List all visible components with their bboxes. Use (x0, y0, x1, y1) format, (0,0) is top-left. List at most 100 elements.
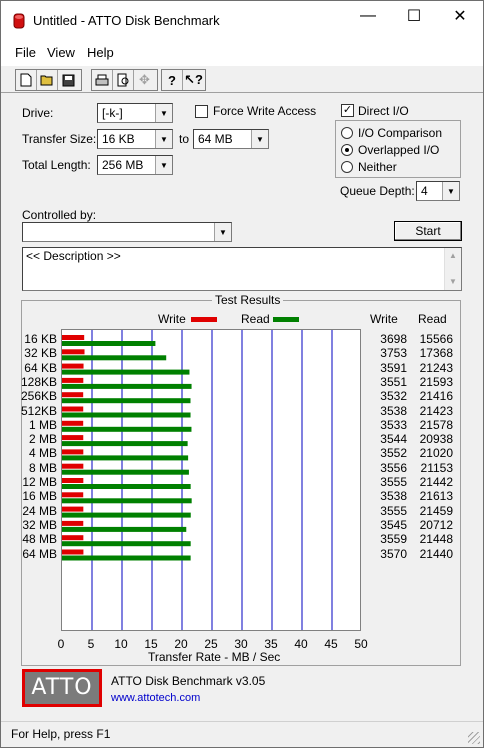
write-value: 3698 (380, 332, 407, 346)
row-label: 64 KB (24, 360, 57, 375)
row-label: 512KB (21, 403, 58, 418)
write-bar (62, 392, 84, 398)
read-value: 21448 (419, 532, 453, 547)
menu-help[interactable]: Help (87, 45, 114, 60)
disk-app-icon (13, 13, 25, 29)
row-label: 4 MB (28, 446, 57, 461)
x-tick-label: 45 (324, 637, 338, 651)
chevron-down-icon[interactable]: ▼ (442, 182, 459, 200)
write-value: 3538 (380, 489, 407, 504)
read-bar (62, 441, 188, 447)
row-label: 12 MB (22, 475, 57, 489)
write-value: 3753 (380, 346, 407, 361)
write-bar (62, 463, 84, 469)
overlapped-io-label: Overlapped I/O (358, 143, 440, 157)
write-bar (62, 506, 84, 512)
row-label: 32 MB (22, 517, 57, 532)
atto-logo: ATTO (22, 669, 102, 707)
chevron-down-icon[interactable]: ▼ (251, 130, 268, 148)
write-value: 3532 (380, 389, 407, 404)
read-bar (62, 555, 191, 561)
menu-bar: File View Help (1, 39, 483, 65)
direct-io-checkbox[interactable]: ✓ (341, 104, 354, 117)
write-bar (62, 377, 84, 383)
move-icon[interactable]: ✥ (134, 70, 155, 90)
x-tick-label: 0 (57, 637, 65, 651)
io-comparison-radio[interactable] (341, 127, 353, 139)
write-value: 3556 (380, 460, 407, 475)
read-value: 21416 (419, 389, 453, 404)
legend-write-label: Write (158, 312, 186, 326)
drive-select[interactable]: [-k-] ▼ (97, 103, 173, 123)
read-bar (62, 426, 192, 432)
write-bar (62, 449, 84, 455)
minimize-button[interactable]: — (345, 1, 391, 31)
read-bar (62, 526, 187, 532)
neither-label: Neither (358, 160, 397, 174)
description-text: << Description >> (26, 249, 121, 263)
help-icon[interactable]: ? (162, 70, 183, 90)
window-title: Untitled - ATTO Disk Benchmark (33, 13, 220, 28)
total-length-select[interactable]: 256 MB ▼ (97, 155, 173, 175)
transfer-size-from-select[interactable]: 16 KB ▼ (97, 129, 173, 149)
chevron-down-icon[interactable]: ▼ (155, 130, 172, 148)
close-button[interactable]: ✕ (437, 1, 483, 31)
description-field[interactable]: << Description >> ▲ ▼ (22, 247, 462, 291)
scroll-down-icon[interactable]: ▼ (445, 274, 461, 290)
open-icon[interactable] (37, 70, 58, 90)
x-tick-label: 10 (114, 637, 128, 651)
toolbar: ✥ ? ↖? (1, 65, 483, 93)
read-value: 17368 (419, 346, 453, 361)
total-length-label: Total Length: (22, 158, 91, 172)
read-value: 21243 (419, 360, 453, 375)
neither-radio[interactable] (341, 161, 353, 173)
row-label: 2 MB (28, 432, 57, 447)
read-value: 15566 (419, 332, 453, 346)
write-bar (62, 435, 84, 441)
read-bar (62, 512, 191, 518)
read-bar (62, 398, 191, 404)
force-write-label: Force Write Access (213, 104, 317, 118)
x-tick-label: 35 (264, 637, 278, 651)
chevron-down-icon[interactable]: ▼ (155, 104, 172, 122)
save-icon[interactable] (58, 70, 79, 90)
legend-write-swatch (191, 317, 217, 322)
controlled-by-select[interactable]: ▼ (22, 222, 232, 242)
transfer-size-to-select[interactable]: 64 MB ▼ (193, 129, 269, 149)
print-preview-icon[interactable] (113, 70, 134, 90)
overlapped-io-radio[interactable] (341, 144, 353, 156)
resize-grip-icon[interactable] (468, 732, 480, 744)
write-value: 3555 (380, 503, 407, 518)
print-icon[interactable] (92, 70, 113, 90)
read-bar (62, 498, 192, 504)
write-bar (62, 535, 84, 541)
x-tick-label: 15 (144, 637, 158, 651)
row-label: 32 KB (24, 346, 57, 361)
new-icon[interactable] (16, 70, 37, 90)
title-bar: Untitled - ATTO Disk Benchmark — ☐ ✕ (1, 1, 483, 39)
chart-plot-area (61, 329, 361, 631)
read-value: 21613 (419, 489, 453, 504)
scroll-up-icon[interactable]: ▲ (445, 248, 461, 264)
read-column-header: Read (418, 312, 447, 326)
context-help-icon[interactable]: ↖? (183, 70, 204, 90)
maximize-button[interactable]: ☐ (391, 1, 437, 31)
write-bar (62, 549, 84, 555)
menu-file[interactable]: File (15, 45, 36, 60)
menu-view[interactable]: View (47, 45, 75, 60)
chevron-down-icon[interactable]: ▼ (155, 156, 172, 174)
description-scrollbar[interactable]: ▲ ▼ (444, 248, 461, 290)
io-comparison-label: I/O Comparison (358, 126, 443, 140)
x-tick-label: 25 (204, 637, 218, 651)
write-value: 3570 (380, 546, 407, 561)
start-button[interactable]: Start (394, 221, 462, 241)
force-write-checkbox[interactable] (195, 105, 208, 118)
row-label: 16 MB (22, 489, 57, 504)
read-bar (62, 455, 189, 461)
write-value: 3551 (380, 374, 407, 389)
attotech-link[interactable]: www.attotech.com (111, 692, 200, 704)
chevron-down-icon[interactable]: ▼ (214, 223, 231, 241)
write-bar (62, 349, 85, 355)
row-label: 256KB (21, 389, 58, 404)
queue-depth-select[interactable]: 4 ▼ (416, 181, 460, 201)
